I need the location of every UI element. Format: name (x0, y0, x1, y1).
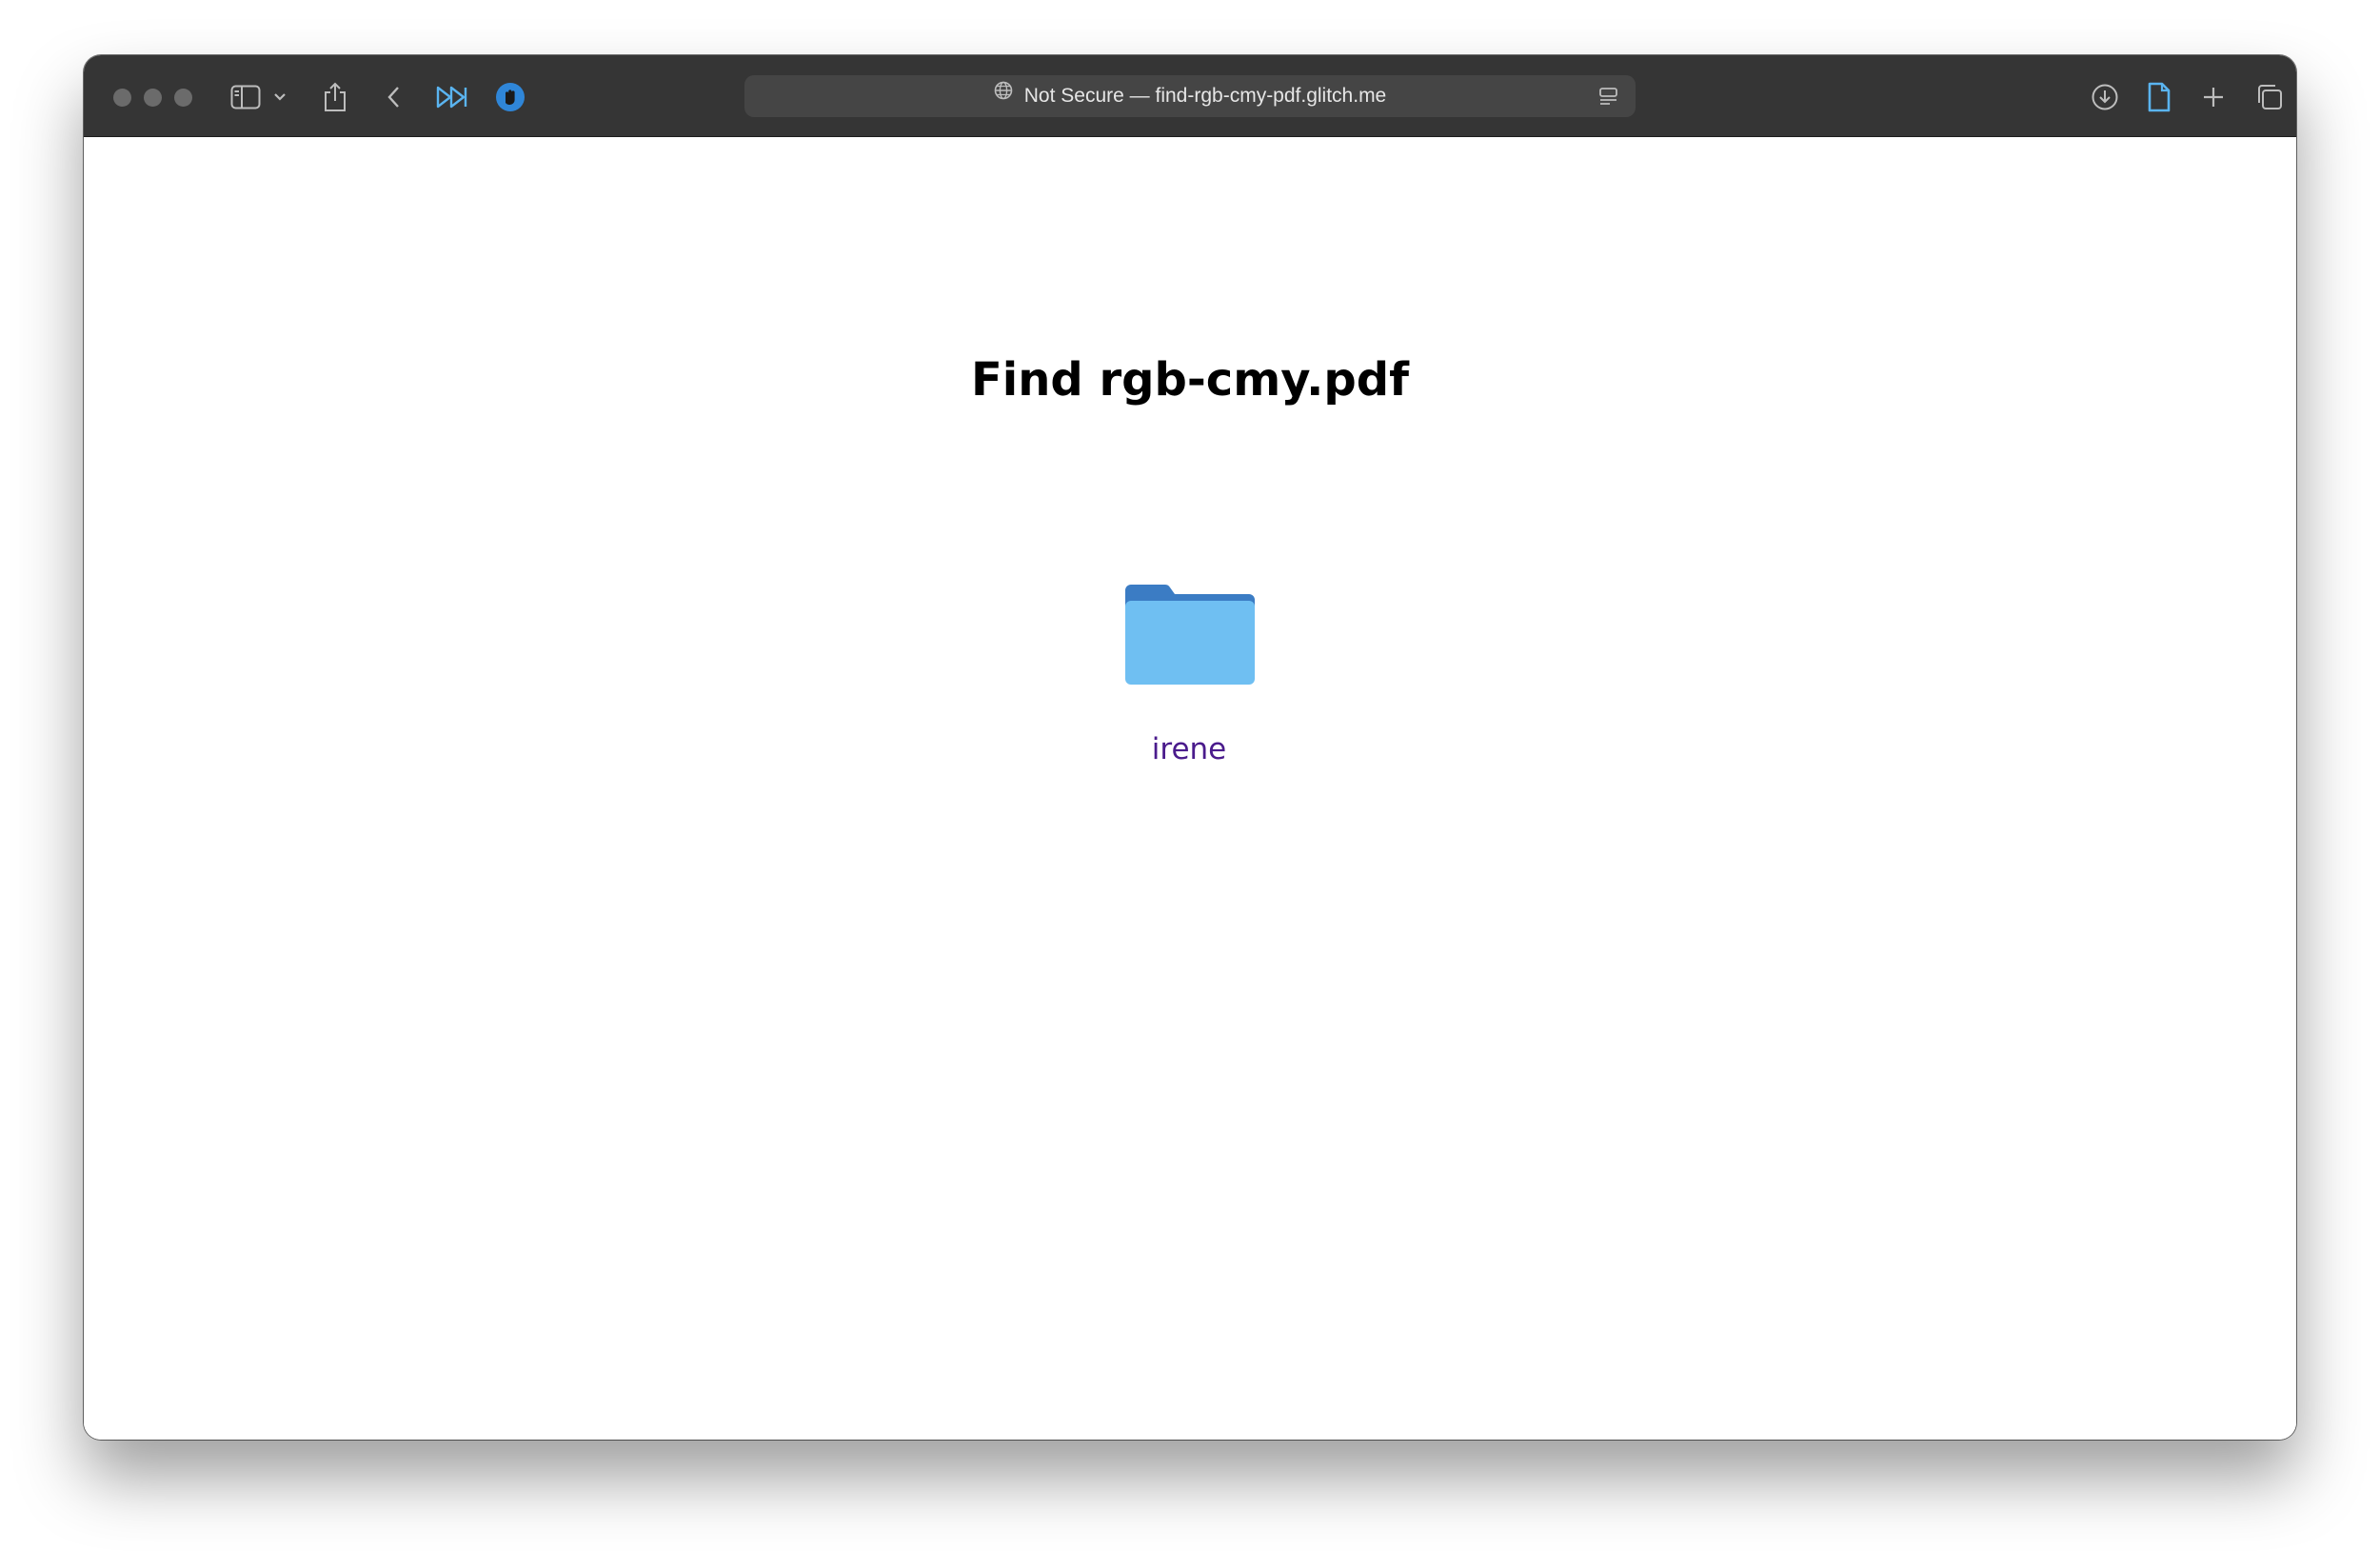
security-label: Not Secure (1023, 85, 1124, 107)
page-title: Find rgb-cmy.pdf (971, 353, 1409, 407)
plus-icon[interactable] (2194, 78, 2232, 116)
page-icon[interactable] (2140, 78, 2178, 116)
address-text: Not Secure — find-rgb-cmy-pdf.glitch.me (744, 75, 1636, 117)
browser-toolbar: Not Secure — find-rgb-cmy-pdf.glitch.me (84, 55, 2296, 137)
sidebar-icon[interactable] (227, 78, 265, 116)
folder-label[interactable]: irene (1118, 732, 1260, 766)
address-separator: — (1129, 85, 1150, 107)
zoom-window-button[interactable] (174, 89, 192, 107)
share-icon[interactable] (316, 78, 354, 116)
download-icon[interactable] (2086, 78, 2124, 116)
reader-icon[interactable] (1597, 85, 1620, 108)
minimize-window-button[interactable] (144, 89, 162, 107)
address-domain: find-rgb-cmy-pdf.glitch.me (1155, 85, 1387, 107)
browser-window: Not Secure — find-rgb-cmy-pdf.glitch.me … (84, 55, 2296, 1440)
tabs-icon[interactable] (2251, 78, 2289, 116)
hand-extension-icon[interactable] (491, 78, 529, 116)
web-content: Find rgb-cmy.pdf irene (84, 137, 2296, 1440)
back-icon[interactable] (375, 78, 413, 116)
folder-icon[interactable] (1118, 575, 1260, 689)
folder-link[interactable]: irene (1118, 575, 1260, 766)
address-bar[interactable]: Not Secure — find-rgb-cmy-pdf.glitch.me (744, 75, 1636, 117)
chevron-down-icon[interactable] (268, 78, 291, 116)
fast-forward-icon[interactable] (433, 78, 471, 116)
close-window-button[interactable] (113, 89, 131, 107)
globe-icon (994, 73, 1013, 115)
